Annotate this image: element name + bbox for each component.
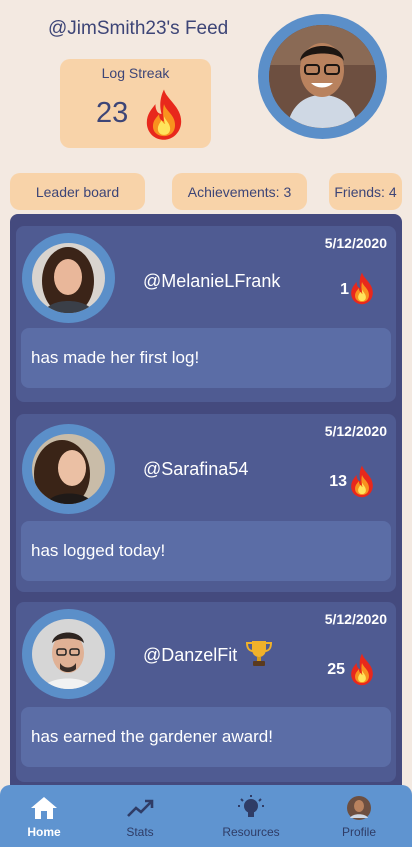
bottom-nav: Home Stats Resources Profile [0,785,412,847]
feed-title: @JimSmith23's Feed [48,18,229,39]
post-avatar[interactable] [22,424,115,514]
nav-profile-label: Profile [341,825,376,839]
nav-stats-label: Stats [126,825,154,839]
post-avatar[interactable] [22,233,115,323]
trending-up-icon [127,799,154,817]
nav-resources-label: Resources [222,825,280,839]
trophy-icon [245,641,273,666]
flame-icon [346,652,378,686]
post-date: 5/12/2020 [324,611,387,627]
flame-icon [346,464,378,498]
friends-button[interactable]: Friends: 4 [329,173,402,210]
post-avatar[interactable] [22,609,115,699]
post-date: 5/12/2020 [324,235,387,251]
profile-avatar[interactable] [258,14,387,139]
lightbulb-icon [238,795,264,817]
post-avatar-photo [32,243,105,313]
post-message: has earned the gardener award! [21,707,391,767]
post-message: has made her first log! [21,328,391,388]
nav-resources[interactable]: Resources [211,795,291,839]
log-streak-card: Log Streak 23 [60,59,211,148]
nav-home[interactable]: Home [4,795,84,839]
nav-stats[interactable]: Stats [100,795,180,839]
feed-post[interactable]: @Sarafina54 5/12/2020 13 has logged toda… [16,414,396,592]
home-icon [31,797,57,819]
post-username[interactable]: @MelanieLFrank [143,271,280,292]
post-username[interactable]: @Sarafina54 [143,459,248,480]
feed-post[interactable]: @MelanieLFrank 5/12/2020 1 has made her … [16,226,396,402]
flame-icon [139,87,189,141]
leaderboard-button[interactable]: Leader board [10,173,145,210]
profile-photo [269,25,376,128]
achievements-button[interactable]: Achievements: 3 [172,173,307,210]
post-message: has logged today! [21,521,391,581]
post-avatar-photo [32,619,105,689]
log-streak-value: 23 [96,97,129,129]
post-streak-count: 25 [327,661,345,678]
post-date: 5/12/2020 [324,423,387,439]
post-streak-count: 13 [329,473,347,490]
feed-post[interactable]: @DanzelFit 5/12/2020 25 has earned the g… [16,602,396,782]
flame-icon [346,271,378,305]
feed-list[interactable]: @MelanieLFrank 5/12/2020 1 has made her … [10,214,402,804]
nav-profile[interactable]: Profile [319,795,399,839]
log-streak-label: Log Streak [101,65,170,81]
post-avatar-photo [32,434,105,504]
nav-home-label: Home [27,825,61,839]
post-username[interactable]: @DanzelFit [143,645,237,666]
profile-avatar-icon [347,796,371,820]
